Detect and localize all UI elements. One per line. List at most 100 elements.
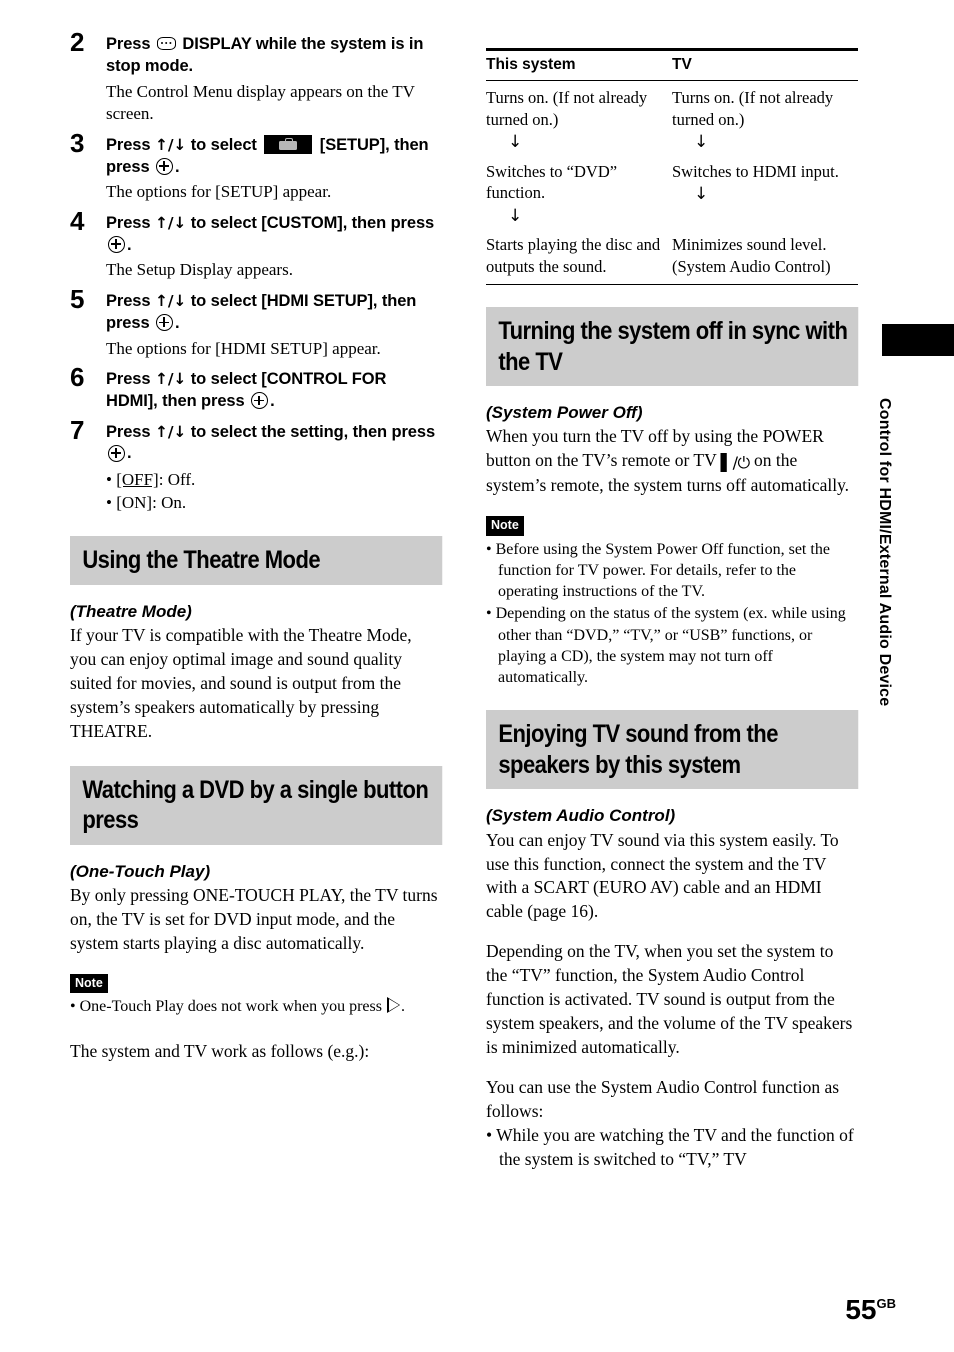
chapter-tab-marker — [882, 324, 954, 356]
right-column: This system TV Turns on. (If not already… — [486, 47, 858, 1172]
step-heading-text: . — [175, 157, 180, 176]
option-desc: : On. — [152, 492, 187, 512]
down-arrow-icon: ↓ — [508, 205, 523, 226]
table-header-row: This system TV — [486, 47, 858, 82]
down-arrow-icon: ↓ — [508, 132, 523, 153]
option-on: • [ON]: On. — [106, 492, 442, 515]
step-heading: Press ↑/↓ to select the setting, then pr… — [106, 422, 442, 466]
manual-page: 2 Press DISPLAY while the system is in s… — [0, 0, 954, 1352]
up-down-arrows-icon: ↑/↓ — [154, 370, 187, 389]
section-heading-turning-off-sync: Turning the system off in sync with the … — [486, 307, 858, 387]
step-heading-text-before: Press — [106, 35, 155, 53]
display-button-icon — [156, 37, 176, 50]
step-heading-text: Press — [106, 292, 155, 311]
step-heading-text: to select [CUSTOM], then press — [186, 213, 435, 232]
paragraph-audio-1: You can enjoy TV sound via this system e… — [486, 829, 839, 922]
step-heading-text: . — [127, 235, 132, 254]
step-body: The Setup Display appears. — [106, 260, 293, 280]
step-number: 4 — [70, 205, 85, 236]
cell-tv: Minimizes sound level. (System Audio Con… — [672, 228, 858, 286]
cell-text: Turns on. (If not already turned on.) — [486, 88, 648, 129]
step-number: 5 — [70, 284, 85, 315]
cell-text: Switches to “DVD” function. — [486, 161, 618, 203]
page-number-value: 55 — [845, 1294, 877, 1325]
subheading-system-power-off: (System Power Off) — [486, 403, 643, 423]
step-heading: Press ↑/↓ to select [HDMI SETUP], then p… — [106, 291, 442, 335]
note-item: • Depending on the status of the system … — [486, 605, 846, 687]
audio-control-bullet-list: • While you are watching the TV and the … — [486, 1124, 858, 1172]
section-heading-enjoying-tv-sound: Enjoying TV sound from the speakers by t… — [486, 710, 858, 790]
page-number: 55GB — [845, 1296, 896, 1324]
enter-button-icon — [108, 236, 125, 254]
step-heading-text: Press — [106, 370, 155, 389]
subheading-system-audio-control: (System Audio Control) — [486, 806, 676, 826]
paragraph-audio-3: You can use the System Audio Control fun… — [486, 1077, 840, 1122]
system-tv-flow-table: This system TV Turns on. (If not already… — [486, 47, 858, 286]
step-heading-text: to select — [186, 135, 262, 154]
setting-options-list: • [OFF]: Off. • [ON]: On. — [106, 469, 442, 514]
step-heading: Press ↑/↓ to select [SETUP], then press … — [106, 134, 442, 179]
page-region-code: GB — [876, 1296, 897, 1311]
step-number: 6 — [70, 362, 85, 393]
note-list-system-power-off: • Before using the System Power Off func… — [486, 539, 858, 689]
enter-button-icon — [251, 392, 269, 410]
step-heading-text: . — [270, 391, 275, 410]
up-down-arrows-icon: ↑/↓ — [154, 422, 187, 441]
column-header-this-system: This system — [486, 47, 672, 82]
bullet: • — [106, 470, 117, 490]
paragraph-audio-2: Depending on the TV, when you set the sy… — [486, 941, 853, 1058]
note-list-one-touch-play: • One-Touch Play does not work when you … — [70, 996, 442, 1017]
step-heading-text: to select the setting, then press — [186, 422, 436, 441]
step-7: 7 Press ↑/↓ to select the setting, then … — [70, 417, 442, 515]
up-down-arrows-icon: ↑/↓ — [154, 135, 187, 154]
step-heading: Press ↑/↓ to select [CONTROL FOR HDMI], … — [106, 369, 442, 413]
step-4: 4 Press ↑/↓ to select [CUSTOM], then pre… — [70, 208, 442, 282]
note-badge: Note — [70, 973, 108, 994]
step-number: 2 — [70, 27, 85, 57]
bullet-item: • While you are watching the TV and the … — [486, 1125, 854, 1170]
step-heading-text: . — [175, 313, 180, 332]
step-6: 6 Press ↑/↓ to select [CONTROL FOR HDMI]… — [70, 364, 442, 413]
subheading-one-touch-play: (One-Touch Play) — [70, 861, 211, 881]
cell-system: Starts playing the disc and outputs the … — [486, 228, 672, 286]
left-column: 2 Press DISPLAY while the system is in s… — [70, 29, 442, 1064]
enter-button-icon — [156, 314, 174, 332]
up-down-arrows-icon: ↑/↓ — [154, 292, 187, 311]
note-text: . — [400, 998, 405, 1016]
step-body: The Control Menu display appears on the … — [106, 81, 415, 124]
note-item: • One-Touch Play does not work when you … — [70, 996, 442, 1017]
cell-tv: Turns on. (If not already turned on.) ↓ — [672, 81, 858, 155]
table-row: Turns on. (If not already turned on.) ↓ … — [486, 81, 858, 155]
note-text: • One-Touch Play does not work when you … — [70, 998, 386, 1016]
section-heading-watching-dvd: Watching a DVD by a single button press — [70, 765, 442, 845]
step-body: The options for [HDMI SETUP] appear. — [106, 338, 381, 358]
enter-button-icon — [156, 158, 174, 176]
step-number: 7 — [70, 414, 85, 445]
cell-tv: Switches to HDMI input. ↓ — [672, 155, 858, 229]
table-row: Switches to “DVD” function. ↓ Switches t… — [486, 155, 858, 229]
step-body: The options for [SETUP] appear. — [106, 182, 332, 202]
play-button-icon — [386, 997, 400, 1014]
down-arrow-icon: ↓ — [694, 184, 709, 205]
cell-system: Switches to “DVD” function. ↓ — [486, 155, 672, 229]
section-heading-theatre-mode: Using the Theatre Mode — [70, 536, 442, 585]
down-arrow-icon: ↓ — [694, 132, 709, 153]
option-desc: : Off. — [158, 470, 196, 490]
cell-text: Switches to HDMI input. — [672, 161, 839, 181]
up-down-arrows-icon: ↑/↓ — [154, 213, 187, 232]
cell-text: Turns on. (If not already turned on.) — [672, 88, 834, 129]
enter-button-icon — [108, 444, 125, 462]
step-3: 3 Press ↑/↓ to select [SETUP], then pres… — [70, 130, 442, 204]
step-2: 2 Press DISPLAY while the system is in s… — [70, 29, 442, 126]
step-heading-text: Press — [106, 213, 155, 232]
step-heading-text: Press — [106, 422, 155, 441]
paragraph-one-touch-play: By only pressing ONE-TOUCH PLAY, the TV … — [70, 884, 438, 953]
step-heading: Press DISPLAY while the system is in sto… — [106, 34, 442, 78]
note-badge: Note — [486, 516, 524, 536]
bullet: • — [106, 492, 117, 512]
paragraph-system-tv-follows: The system and TV work as follows (e.g.)… — [70, 1040, 370, 1061]
subheading-theatre-mode: (Theatre Mode) — [70, 601, 192, 621]
step-heading-text: Press — [106, 135, 155, 154]
step-heading-text: . — [127, 444, 132, 463]
chapter-side-label: Control for HDMI/External Audio Device — [876, 398, 893, 707]
